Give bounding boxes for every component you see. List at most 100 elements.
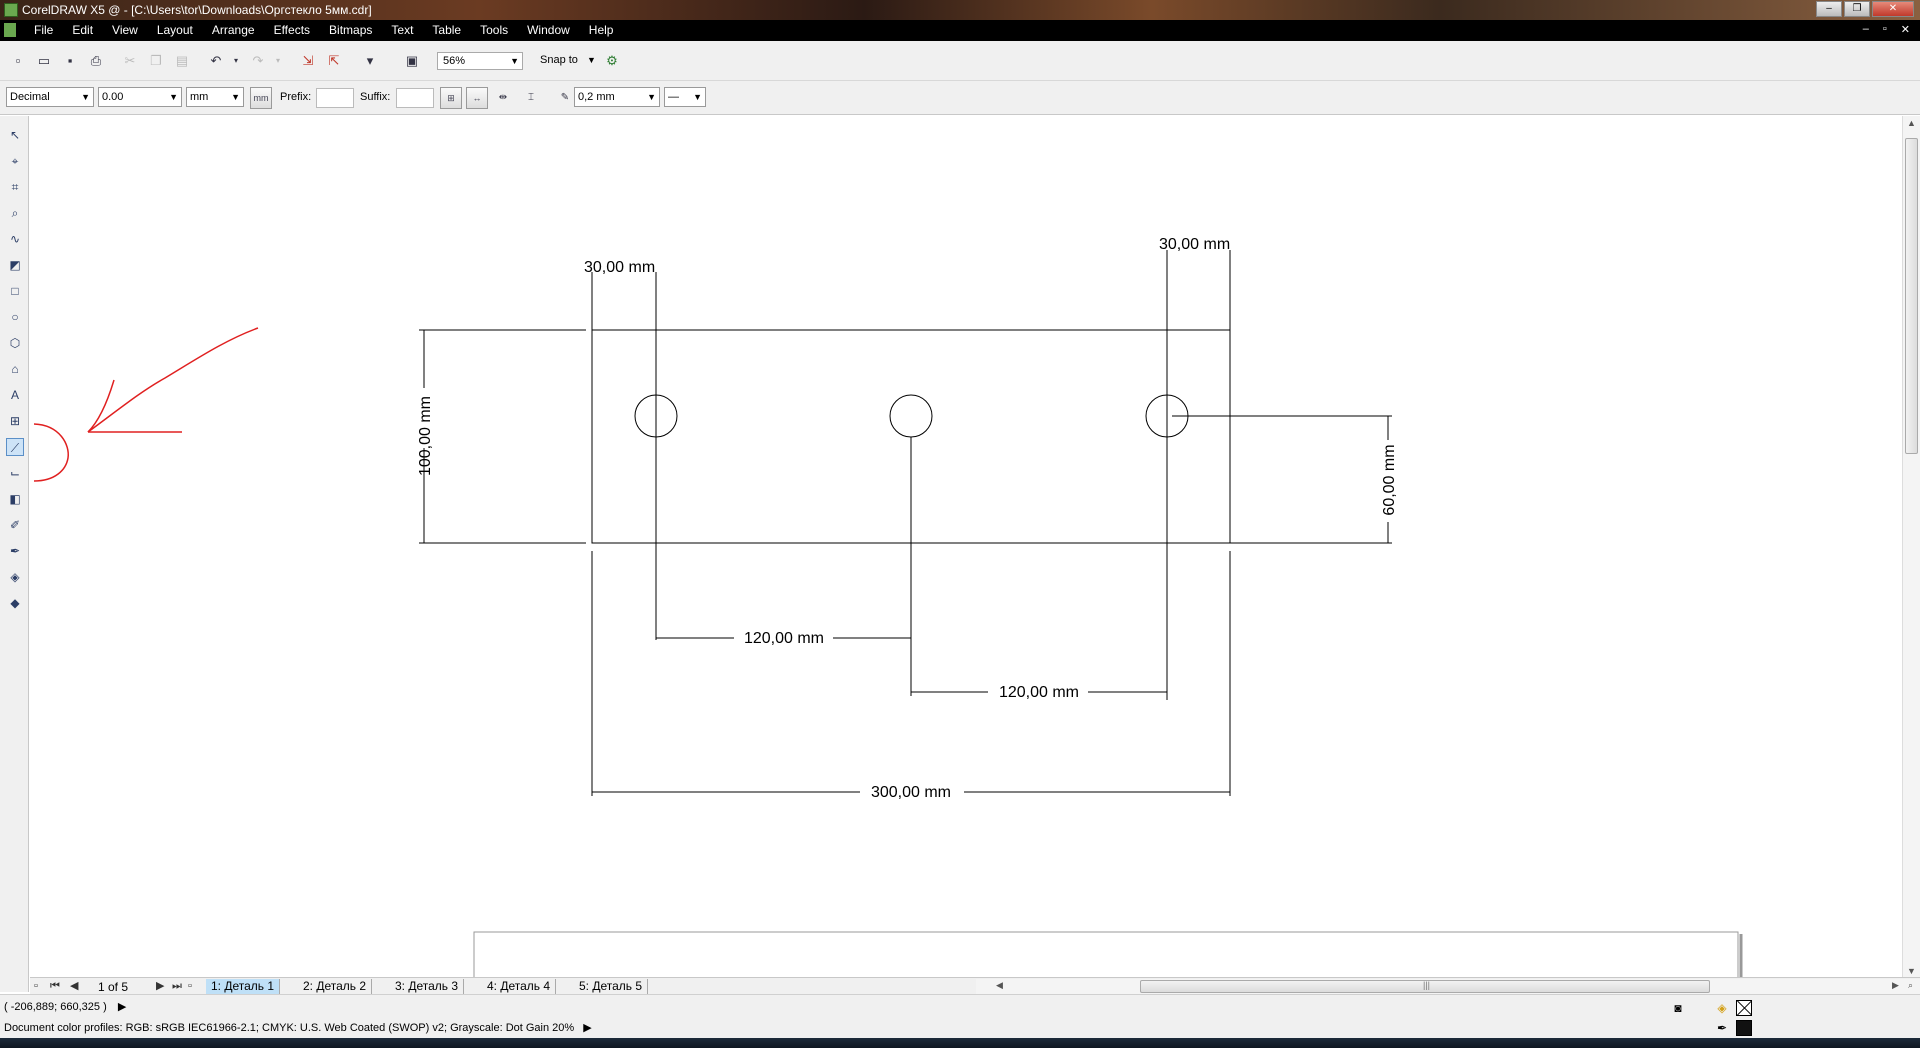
menu-table[interactable]: Table (432, 23, 461, 37)
snap-to-button[interactable]: Snap to ▼ (540, 54, 596, 66)
freehand-tool-icon[interactable]: ∿ (6, 230, 24, 248)
blend-tool-icon[interactable]: ◧ (6, 490, 24, 508)
rectangle-tool-icon[interactable]: □ (6, 282, 24, 300)
outline-tool-icon[interactable]: ✒ (6, 542, 24, 560)
menu-layout[interactable]: Layout (157, 23, 193, 37)
show-units-button[interactable]: mm (250, 87, 272, 109)
table-tool-icon[interactable]: ⊞ (6, 412, 24, 430)
undo-icon[interactable]: ↶ (208, 53, 224, 69)
connector-tool-icon[interactable]: ⌙ (6, 464, 24, 482)
prefix-input[interactable] (316, 88, 354, 108)
maximize-button[interactable]: ❐ (1844, 1, 1870, 17)
text-alignment-icon[interactable]: ⌶ (522, 89, 540, 107)
paste-icon[interactable]: ▤ (174, 53, 190, 69)
crop-tool-icon[interactable]: ⌗ (6, 178, 24, 196)
next-page-icon[interactable]: ▶ (156, 980, 164, 993)
vertical-scroll-thumb[interactable] (1905, 138, 1918, 454)
document-color-profiles[interactable]: Document color profiles: RGB: sRGB IEC61… (4, 1021, 592, 1034)
page-tab-4[interactable]: 4: Деталь 4 (482, 979, 557, 994)
eyedropper-tool-icon[interactable]: ✐ (6, 516, 24, 534)
dimension-hole-height[interactable] (1172, 415, 1392, 544)
document-icon[interactable] (4, 23, 16, 37)
scroll-down-icon[interactable]: ▼ (1907, 966, 1916, 976)
basic-shapes-tool-icon[interactable]: ⌂ (6, 360, 24, 378)
vertical-scrollbar[interactable]: ▲ ▼ (1902, 116, 1920, 978)
page-tab-3[interactable]: 3: Деталь 3 (390, 979, 465, 994)
welcome-screen-icon[interactable]: ▣ (404, 53, 420, 69)
copy-icon[interactable]: ❐ (148, 53, 164, 69)
snapshot-icon[interactable]: ◙ (1670, 1000, 1686, 1016)
text-position-icon[interactable]: ↔ (466, 87, 488, 109)
page-tab-2[interactable]: 2: Деталь 2 (298, 979, 373, 994)
coreldraw-app-icon[interactable] (4, 3, 18, 17)
doc-restore-button[interactable]: ▫ (1883, 23, 1887, 36)
export-icon[interactable]: ⇱ (326, 53, 342, 69)
fill-status-icon[interactable]: ◈ (1714, 1000, 1730, 1016)
new-icon[interactable]: ▫ (10, 53, 26, 69)
doc-minimize-button[interactable]: – (1863, 23, 1869, 36)
outline-pen-icon[interactable]: ✎ (556, 89, 574, 107)
polygon-tool-icon[interactable]: ⬡ (6, 334, 24, 352)
smart-fill-tool-icon[interactable]: ◩ (6, 256, 24, 274)
page-tab-5[interactable]: 5: Деталь 5 (574, 979, 649, 994)
extension-line-options-icon[interactable]: ⇹ (494, 89, 512, 107)
dimension-style-combo[interactable]: Decimal ▼ (6, 87, 94, 107)
scroll-up-icon[interactable]: ▲ (1907, 118, 1916, 128)
status-expand-icon[interactable]: ▶ (118, 1001, 126, 1013)
close-button[interactable]: ✕ (1872, 1, 1914, 17)
text-tool-icon[interactable]: A (6, 386, 24, 404)
outline-status-icon[interactable]: ✒ (1714, 1020, 1730, 1036)
doc-close-button[interactable]: ✕ (1901, 23, 1910, 36)
zoom-level-combo[interactable]: 56% ▼ (437, 52, 523, 70)
cut-icon[interactable]: ✂ (122, 53, 138, 69)
menu-edit[interactable]: Edit (72, 23, 93, 37)
fill-none-swatch[interactable] (1736, 1000, 1752, 1016)
redo-icon[interactable]: ↷ (250, 53, 266, 69)
options-icon[interactable]: ⚙ (604, 53, 620, 69)
menu-view[interactable]: View (112, 23, 138, 37)
menu-bitmaps[interactable]: Bitmaps (329, 23, 372, 37)
dynamic-dimensioning-icon[interactable]: ⊞ (440, 87, 462, 109)
dimension-hole-spacing-1[interactable] (656, 437, 912, 696)
menu-text[interactable]: Text (391, 23, 413, 37)
dimension-left-offset[interactable] (591, 272, 657, 640)
scroll-right-icon[interactable]: ▶ (1892, 980, 1899, 991)
profiles-expand-icon[interactable]: ▶ (583, 1022, 591, 1034)
outline-color-swatch[interactable] (1736, 1020, 1752, 1036)
open-icon[interactable]: ▭ (36, 53, 52, 69)
drawing-canvas[interactable]: 30,00 mm 30,00 mm 100,00 mm 60,00 mm 120… (30, 116, 1902, 978)
add-page-before-icon[interactable]: ▫ (34, 980, 38, 993)
ellipse-tool-icon[interactable]: ○ (6, 308, 24, 326)
dimension-height[interactable] (419, 329, 586, 544)
hole-2[interactable] (889, 394, 933, 438)
outline-width-combo[interactable]: 0,2 mm ▼ (574, 87, 660, 107)
line-style-combo[interactable]: — ▼ (664, 87, 706, 107)
dimension-tool-icon[interactable]: ⟋ (6, 438, 24, 456)
dimension-units-combo[interactable]: mm ▼ (186, 87, 244, 107)
menu-arrange[interactable]: Arrange (212, 23, 255, 37)
interactive-fill-tool-icon[interactable]: ◆ (6, 594, 24, 612)
horizontal-scroll-thumb[interactable]: ||| (1140, 980, 1710, 993)
last-page-icon[interactable]: ⏭ (172, 980, 182, 993)
menu-effects[interactable]: Effects (274, 23, 310, 37)
horizontal-scrollbar[interactable]: ◀ ||| ▶ ⌕ (976, 979, 1920, 994)
save-icon[interactable]: ▪ (62, 53, 78, 69)
scroll-left-icon[interactable]: ◀ (996, 980, 1003, 991)
dimension-precision-combo[interactable]: 0.00 ▼ (98, 87, 182, 107)
menu-window[interactable]: Window (527, 23, 570, 37)
first-page-icon[interactable]: ⏮ (50, 980, 60, 993)
pick-tool-icon[interactable]: ↖ (6, 126, 24, 144)
import-icon[interactable]: ⇲ (300, 53, 316, 69)
menu-file[interactable]: File (34, 23, 53, 37)
redo-dropdown-icon[interactable]: ▾ (270, 53, 286, 69)
shape-tool-icon[interactable]: ⌖ (6, 152, 24, 170)
undo-dropdown-icon[interactable]: ▾ (228, 53, 244, 69)
navigator-icon[interactable]: ⌕ (1908, 980, 1913, 991)
print-icon[interactable]: ⎙ (88, 53, 104, 69)
dimension-right-offset[interactable] (1166, 250, 1231, 700)
add-page-after-icon[interactable]: ▫ (188, 980, 192, 993)
menu-tools[interactable]: Tools (480, 23, 508, 37)
application-launcher-icon[interactable]: ▾ (362, 53, 378, 69)
suffix-input[interactable] (396, 88, 434, 108)
page-tab-1[interactable]: 1: Деталь 1 (206, 979, 281, 994)
